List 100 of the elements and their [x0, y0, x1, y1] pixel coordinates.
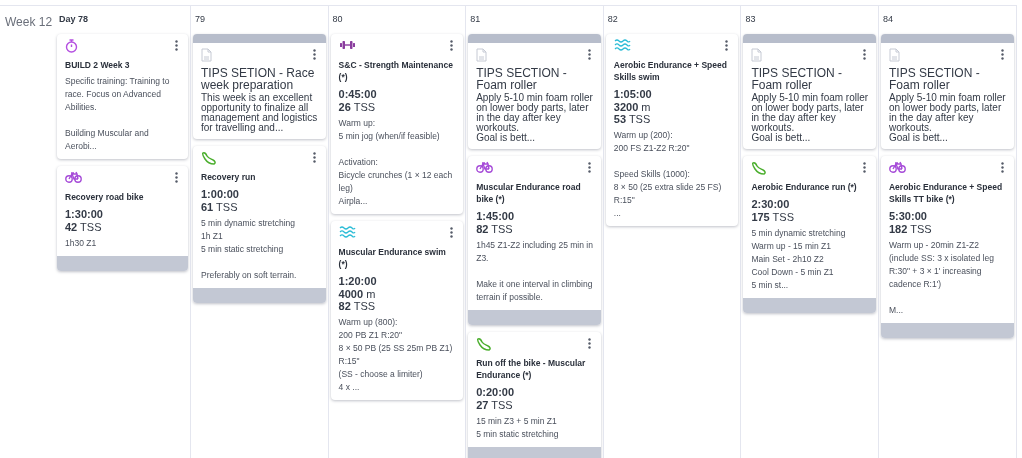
workout-card[interactable]: Run off the bike - Muscular Endurance (*) 0:20:00 27 TSS 15 min Z3 + 5 min Z1 5 min static stretching	[468, 332, 601, 458]
tss-value: 26 TSS	[338, 101, 377, 113]
tss-value: 61 TSS	[201, 201, 239, 213]
workout-title: Aerobic Endurance + Speed Skills TT bike (*)	[888, 181, 1004, 205]
workout-title: S&C - Strength Maintenance (*)	[338, 59, 454, 83]
workout-description: 1h45 Z1-Z2 including 25 min in Z3.	[476, 239, 594, 265]
workout-card[interactable]: Recovery run 1:00:00 61 TSS 5 min dynamic stretching 1h Z1 5 min static stretching Preferably on soft terrain.	[193, 146, 326, 303]
duration: 1:20:00	[338, 275, 378, 288]
workout-title: BUILD 2 Week 3	[65, 59, 131, 71]
shoe-icon	[201, 151, 217, 165]
note-card[interactable]: TIPS SETION - Race week preparation This week is an excellent opportunity to finalize all management and logistics for travelling and...	[193, 34, 326, 139]
more-icon[interactable]	[725, 40, 729, 51]
workout-description: Make it one interval in climbing terrain if possible.	[476, 278, 594, 304]
workout-title: Recovery road bike	[65, 191, 145, 203]
more-icon[interactable]	[587, 338, 591, 349]
workout-description: 5 min dynamic stretching Warm up - 15 min Z1 Main Set - 2h10 Z2 Cool Down - 5 min Z1 5 min st...	[751, 227, 847, 292]
duration: 1:00:00	[201, 188, 240, 201]
workout-title: Aerobic Endurance run (*)	[751, 181, 858, 193]
stopwatch-icon	[65, 39, 78, 53]
waves-icon	[613, 39, 631, 51]
note-text: Apply 5-10 min foam roller on lower body parts, later in the day after key workouts. Goal is bett...	[888, 93, 1007, 143]
workout-title: Muscular Endurance road bike (*)	[476, 181, 582, 205]
workout-title: Muscular Endurance swim (*)	[338, 246, 447, 270]
workout-description: Building Muscular and Aerobi...	[65, 127, 150, 153]
duration: 1:45:00	[476, 210, 516, 223]
more-icon[interactable]	[587, 162, 591, 173]
tss-value: 175 TSS	[751, 211, 795, 223]
more-icon[interactable]	[175, 172, 178, 183]
workout-description: 1h30 Z1	[65, 237, 98, 250]
workout-description: 5 min dynamic stretching 1h Z1 5 min static stretching	[201, 217, 296, 256]
tss-value: 53 TSS	[613, 113, 652, 125]
more-icon[interactable]	[862, 162, 866, 173]
workout-description: Warm up - 20min Z1-Z2 (include SS: 3 x isolated leg R:30" + 3 × 1' increasing cadence R:1')	[888, 239, 995, 291]
day-label: 79	[195, 14, 205, 24]
waves-icon	[338, 226, 356, 238]
duration: 0:45:00	[338, 88, 378, 101]
workout-description: Activation: Bicycle crunches (1 × 12 each leg) Airpla...	[338, 156, 454, 208]
day-label: 81	[470, 14, 481, 24]
workout-description: Warm up (200): 200 FS Z1-Z2 R:20"	[613, 129, 691, 155]
more-icon[interactable]	[1000, 49, 1004, 60]
note-card[interactable]: TIPS SECTION - Foam roller Apply 5-10 min foam roller on lower body parts, later in the day after key workouts. Goal is bett...	[743, 34, 876, 149]
workout-card[interactable]: Aerobic Endurance + Speed Skills TT bike (*) 5:30:00 182 TSS Warm up - 20min Z1-Z2 (include SS: 3 x isolated leg R:30" + 3 × 1' increasing cadence R:1') M...	[880, 156, 1014, 338]
note-text: This week is an excellent opportunity to finalize all management and logistics for travelling and...	[201, 93, 319, 133]
workout-description: Warm up: 5 min jog (when/if feasible)	[338, 117, 441, 143]
more-icon[interactable]	[862, 49, 866, 60]
tss-value: 182 TSS	[888, 223, 933, 235]
tss-value: 42 TSS	[65, 221, 103, 233]
workout-description: M...	[888, 304, 905, 317]
tss-value: 82 TSS	[476, 223, 514, 235]
workout-description: Warm up (800): 200 PB Z1 R:20" 8 × 50 PB (25 SS 25m PB Z1) R:15" (SS - choose a limiter) 4 x ...	[338, 316, 454, 394]
note-title: TIPS SECTION - Foam roller	[751, 67, 844, 91]
workout-card[interactable]: Recovery road bike 1:30:00 42 TSS 1h30 Z1	[57, 166, 188, 271]
note-title: TIPS SETION - Race week preparation	[201, 67, 316, 91]
note-text: Apply 5-10 min foam roller on lower body parts, later in the day after key workouts. Goal is bett...	[751, 93, 869, 143]
workout-title: Aerobic Endurance + Speed Skills swim	[613, 59, 728, 83]
more-icon[interactable]	[450, 40, 454, 51]
duration: 0:20:00	[476, 386, 516, 399]
note-text: Apply 5-10 min foam roller on lower body parts, later in the day after key workouts. Goal is bett...	[476, 93, 594, 143]
workout-description: 15 min Z3 + 5 min Z1 5 min static stretching	[476, 415, 560, 441]
workout-card[interactable]: Muscular Endurance road bike (*) 1:45:00 82 TSS 1h45 Z1-Z2 including 25 min in Z3. Make it one interval in climbing terrain if possible.	[468, 156, 601, 325]
more-icon[interactable]	[312, 49, 316, 60]
document-icon	[751, 48, 763, 62]
day-label: 84	[882, 14, 893, 24]
document-icon	[476, 48, 488, 62]
bicycle-icon	[476, 161, 494, 173]
workout-description: Speed Skills (1000): 8 × 50 (25 extra slide 25 FS) R:15" ...	[613, 168, 723, 220]
bicycle-icon	[888, 161, 906, 173]
shoe-icon	[751, 161, 768, 175]
more-icon[interactable]	[175, 40, 178, 51]
more-icon[interactable]	[450, 227, 454, 238]
workout-title: Run off the bike - Muscular Endurance (*)	[476, 357, 587, 381]
day-label: 80	[332, 14, 343, 24]
tss-value: 82 TSS	[338, 300, 377, 312]
phase-card[interactable]: BUILD 2 Week 3 Specific training: Training to race. Focus on Advanced Abilities. Building Muscular and Aerobi...	[57, 34, 188, 159]
duration: 2:30:00	[751, 198, 791, 211]
duration: 1:30:00	[65, 208, 104, 221]
week-label: Week 12	[5, 15, 53, 29]
more-icon[interactable]	[587, 49, 591, 60]
workout-card[interactable]: Muscular Endurance swim (*) 1:20:00 4000 m 82 TSS Warm up (800): 200 PB Z1 R:20" 8 × 50 PB (25 SS 25m PB Z1) R:15" (SS - choose a limiter) 4 x ...	[330, 221, 464, 400]
document-icon	[888, 48, 900, 62]
note-title: TIPS SECTION - Foam roller	[476, 67, 568, 91]
note-card[interactable]: TIPS SECTION - Foam roller Apply 5-10 min foam roller on lower body parts, later in the day after key workouts. Goal is bett...	[468, 34, 601, 149]
note-card[interactable]: TIPS SECTION - Foam roller Apply 5-10 min foam roller on lower body parts, later in the day after key workouts. Goal is bett...	[880, 34, 1014, 149]
tss-value: 27 TSS	[476, 399, 514, 411]
day-label: 82	[607, 14, 618, 24]
duration: 1:05:00	[613, 88, 653, 101]
day-label: 83	[745, 14, 756, 24]
document-icon	[201, 48, 212, 62]
workout-title: Recovery run	[201, 171, 257, 183]
workout-card[interactable]: Aerobic Endurance + Speed Skills swim 1:05:00 3200 m 53 TSS Warm up (200): 200 FS Z1-Z2 R:20" Speed Skills (1000): 8 × 50 (25 extra slide 25 FS) R:15" ...	[605, 34, 739, 226]
workout-card[interactable]: Aerobic Endurance run (*) 2:30:00 175 TSS 5 min dynamic stretching Warm up - 15 min Z1 Main Set - 2h10 Z2 Cool Down - 5 min Z1 5 min st...	[743, 156, 876, 313]
more-icon[interactable]	[1000, 162, 1004, 173]
workout-description: Preferably on soft terrain.	[201, 269, 298, 282]
day-label: Day 78	[59, 14, 89, 24]
note-title: TIPS SECTION - Foam roller	[888, 67, 981, 91]
dumbbell-icon	[338, 39, 356, 51]
distance: 4000 m	[338, 288, 377, 300]
workout-card[interactable]: S&C - Strength Maintenance (*) 0:45:00 26 TSS Warm up: 5 min jog (when/if feasible) Activation: Bicycle crunches (1 × 12 each leg) Airpla...	[330, 34, 464, 214]
more-icon[interactable]	[312, 152, 316, 163]
workout-description: Specific training: Training to race. Focus on Advanced Abilities.	[65, 75, 171, 114]
